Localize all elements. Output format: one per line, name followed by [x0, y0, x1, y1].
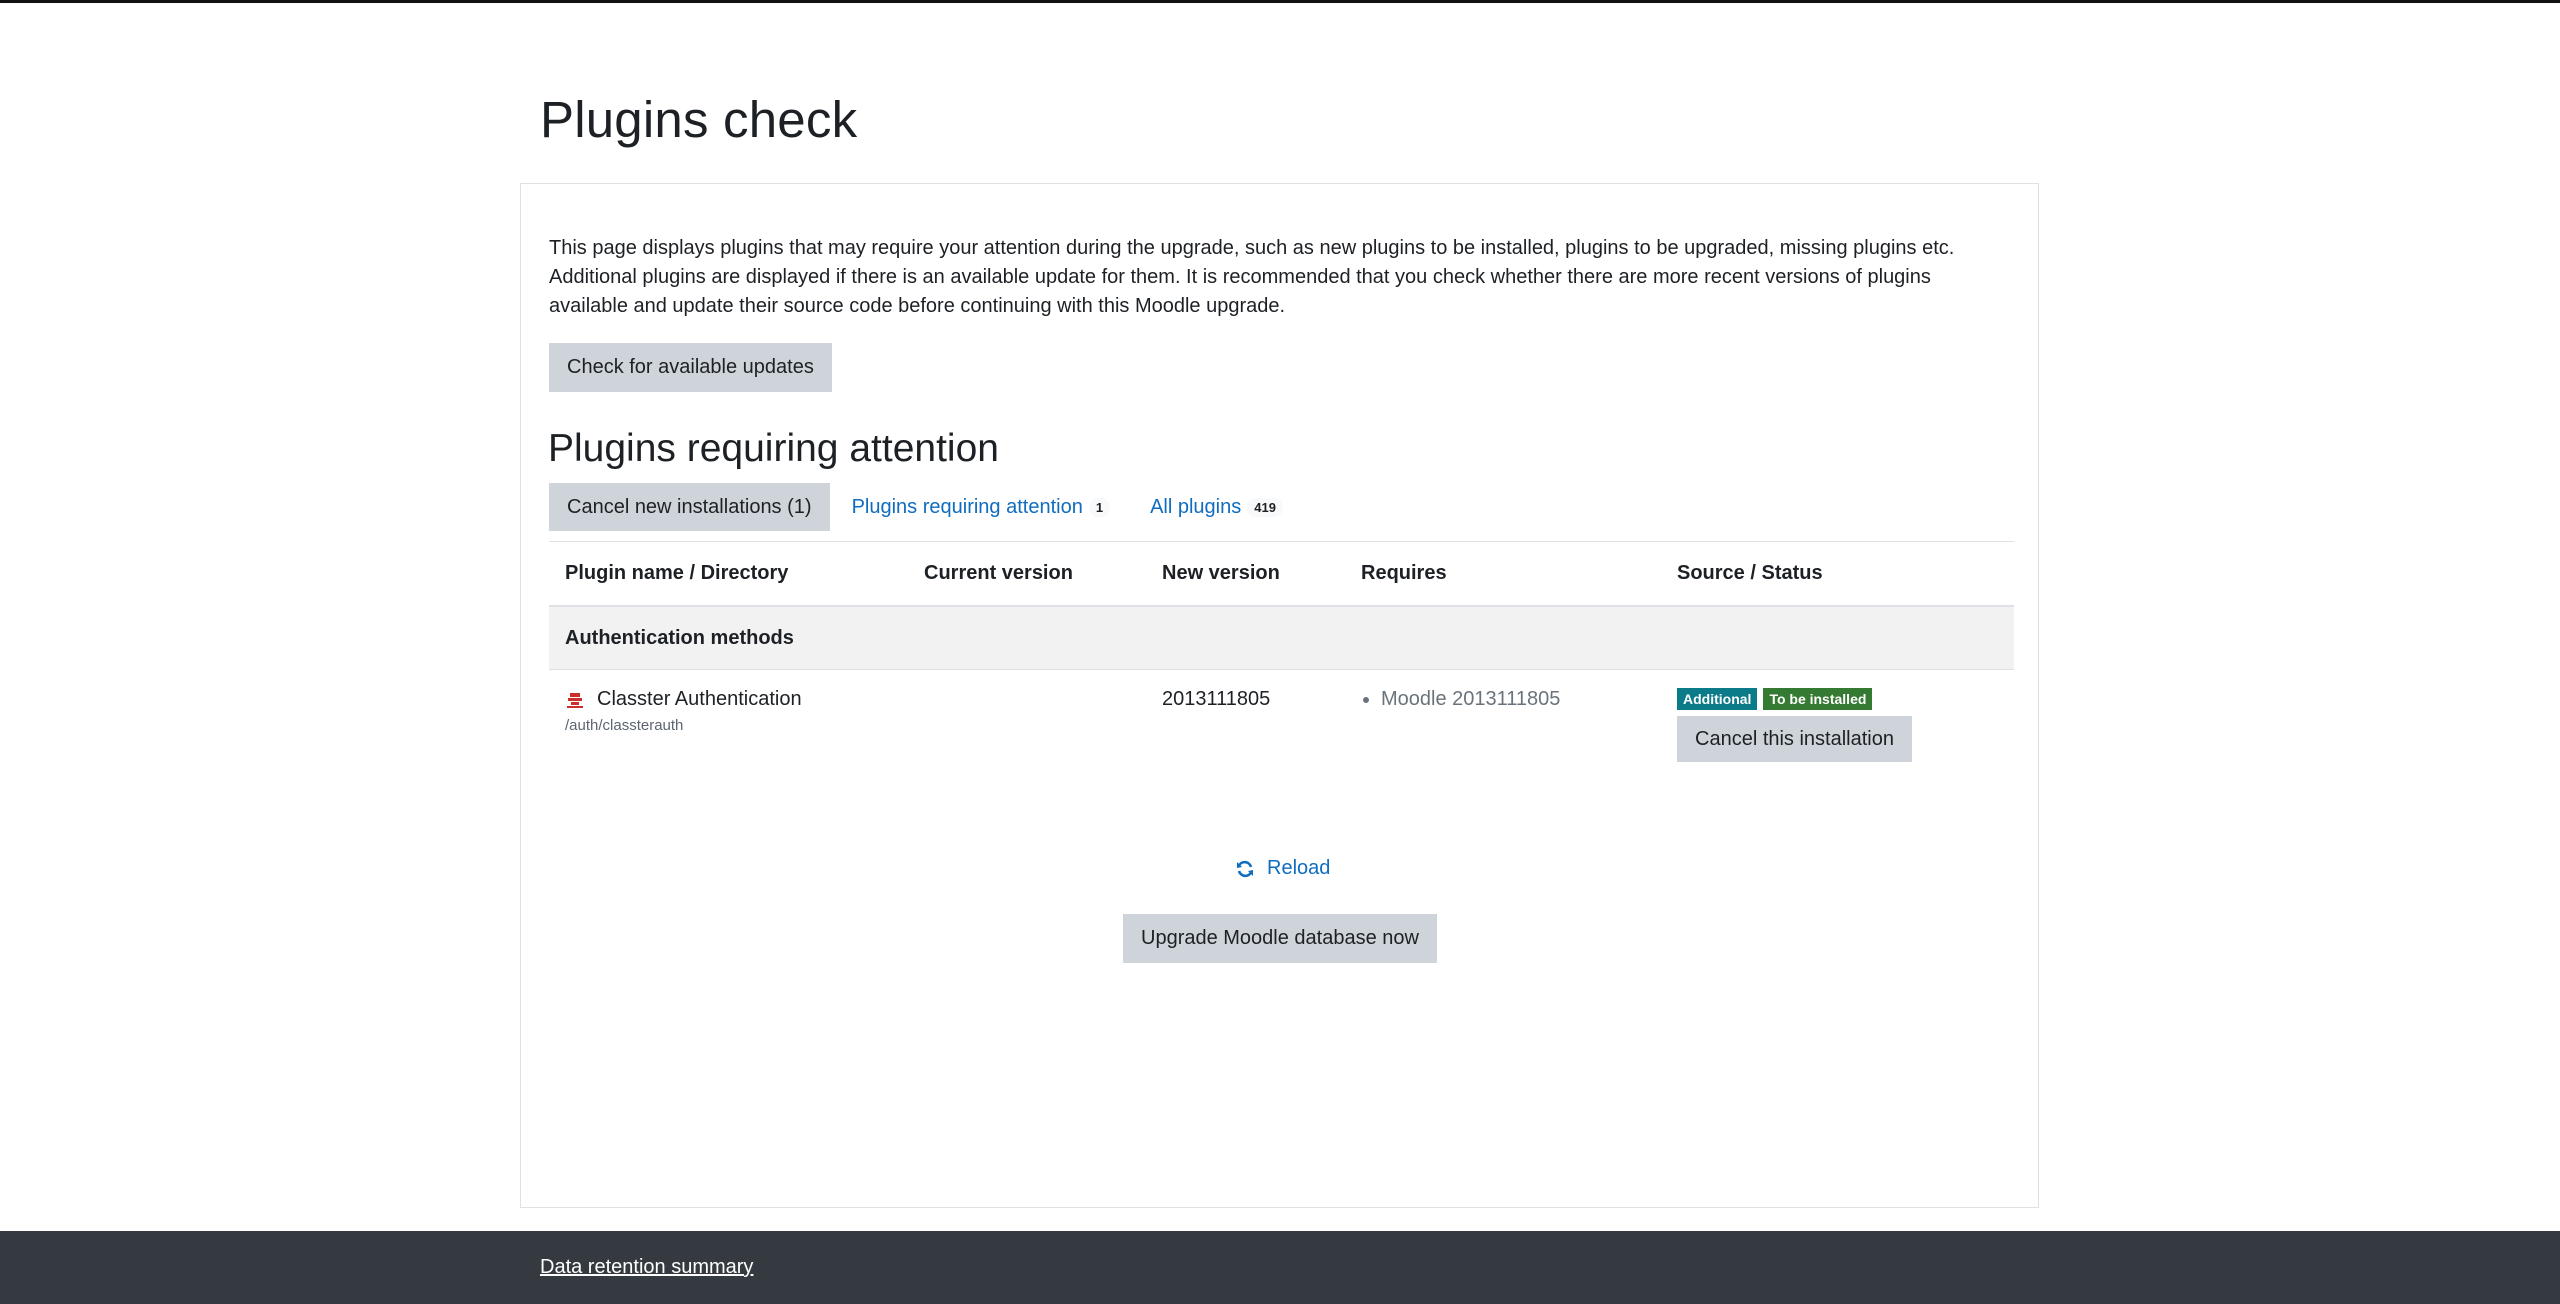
group-name: Authentication methods	[549, 606, 2014, 670]
reload-link[interactable]: Reload	[1235, 857, 1330, 880]
column-header-requires: Requires	[1345, 541, 1661, 607]
plugin-name: Classter Authentication	[597, 688, 802, 710]
intro-text: This page displays plugins that may requ…	[549, 237, 1955, 317]
column-header-current-version: Current version	[908, 541, 1146, 607]
requiring-attention-count-badge: 1	[1088, 497, 1111, 517]
table-header-row: Plugin name / Directory Current version …	[549, 541, 2014, 607]
source-status-cell: Additional To be installed Cancel this i…	[1661, 670, 2014, 779]
new-version-cell: 2013111805	[1162, 688, 1271, 710]
table-row: Classter Authentication /auth/classterau…	[549, 670, 2014, 779]
status-badge: To be installed	[1763, 688, 1873, 710]
refresh-icon	[1235, 859, 1255, 879]
plugins-table: Plugin name / Directory Current version …	[549, 541, 2014, 778]
requires-list: Moodle 2013111805	[1361, 688, 1645, 711]
main-region: This page displays plugins that may requ…	[520, 183, 2039, 1208]
plugin-icon	[565, 690, 585, 710]
plugin-directory: /auth/classterauth	[565, 717, 684, 734]
current-version-cell	[908, 670, 1146, 779]
filter-all-plugins-link[interactable]: All plugins 419	[1150, 496, 1283, 519]
upgrade-database-button[interactable]: Upgrade Moodle database now	[1123, 914, 1437, 963]
top-border	[0, 0, 2560, 3]
data-retention-summary-link[interactable]: Data retention summary	[540, 1256, 753, 1279]
plugin-filters: Cancel new installations (1) Plugins req…	[549, 483, 1283, 531]
page-footer: Data retention summary	[0, 1231, 2560, 1304]
source-badge: Additional	[1677, 688, 1758, 710]
requires-cell: Moodle 2013111805	[1345, 670, 1661, 779]
cancel-this-installation-button[interactable]: Cancel this installation	[1677, 716, 1912, 762]
all-plugins-count-badge: 419	[1247, 497, 1283, 517]
group-row: Authentication methods	[549, 606, 2014, 670]
plugin-name-cell: Classter Authentication /auth/classterau…	[549, 670, 908, 779]
page-title: Plugins check	[540, 91, 858, 148]
column-header-source-status: Source / Status	[1661, 541, 2014, 607]
column-header-plugin-name: Plugin name / Directory	[549, 541, 908, 607]
check-updates-button[interactable]: Check for available updates	[549, 343, 832, 392]
reload-label: Reload	[1267, 857, 1331, 879]
filter-requiring-attention-link[interactable]: Plugins requiring attention 1	[852, 496, 1111, 519]
column-header-new-version: New version	[1146, 541, 1345, 607]
cancel-new-installations-button[interactable]: Cancel new installations (1)	[549, 483, 830, 531]
requirement-item: Moodle 2013111805	[1381, 688, 1645, 711]
filter-requiring-attention-label: Plugins requiring attention	[851, 495, 1083, 518]
filter-all-plugins-label: All plugins	[1150, 495, 1242, 518]
section-heading: Plugins requiring attention	[548, 427, 999, 470]
